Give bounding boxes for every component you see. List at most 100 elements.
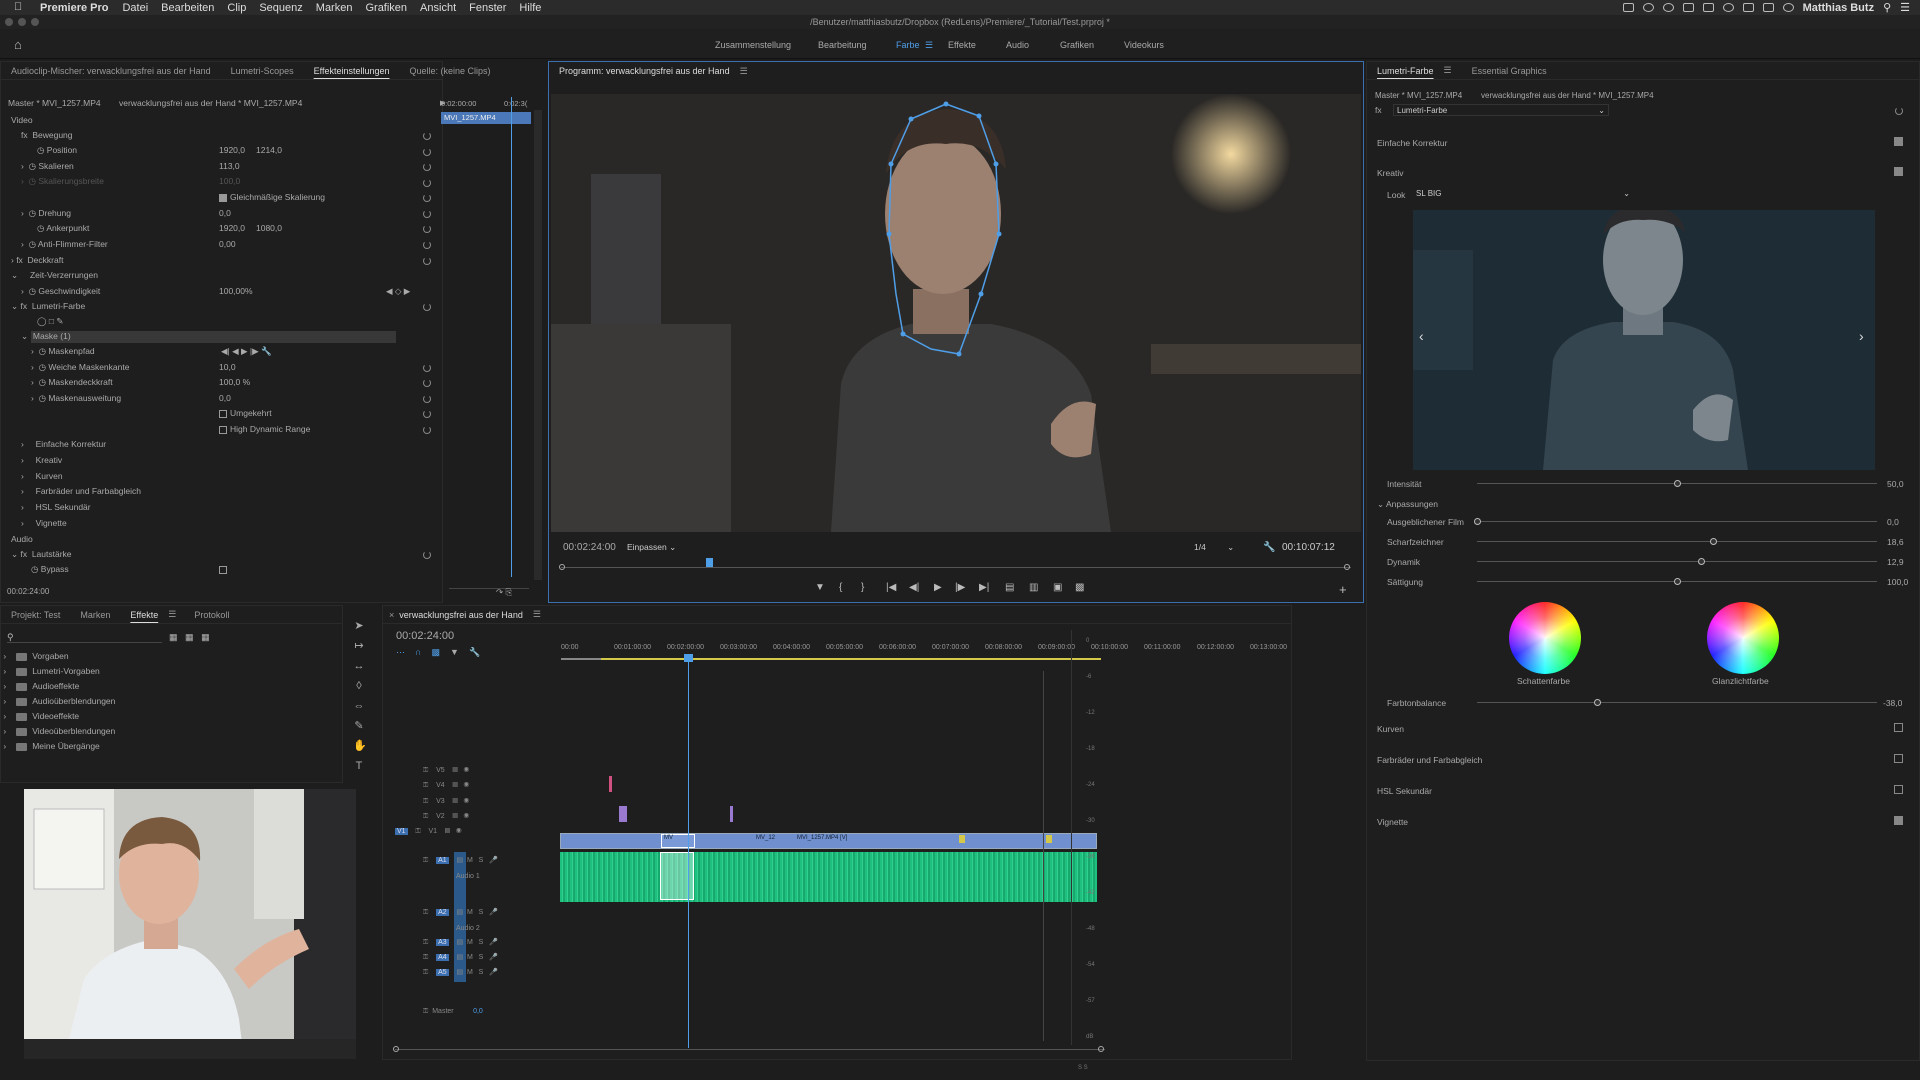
video-track-header[interactable]: ⚿ V2 ▤ ◉ bbox=[423, 813, 553, 827]
rectangle-mask-icon[interactable]: □ bbox=[49, 316, 54, 326]
lock-icon[interactable]: ⚿ bbox=[423, 782, 428, 789]
user-icon[interactable] bbox=[1782, 3, 1794, 12]
glanzlichtfarbe-wheel[interactable] bbox=[1707, 602, 1779, 674]
reset-icon[interactable] bbox=[423, 148, 431, 156]
tab-lumetri-farbe[interactable]: Lumetri-Farbe bbox=[1367, 66, 1444, 76]
previous-look-icon[interactable]: ‹ bbox=[1419, 328, 1424, 344]
section-kurven[interactable]: Kurven bbox=[1377, 724, 1404, 734]
mark-out-icon[interactable]: } bbox=[861, 582, 864, 593]
compare-view-icon[interactable]: ▩ bbox=[1075, 582, 1084, 593]
video-track-header[interactable]: ⚿ V4 ▤ ◉ bbox=[423, 782, 553, 796]
snap-icon[interactable]: ∩ bbox=[415, 647, 421, 657]
section-einfache-korrektur[interactable]: › Einfache Korrektur bbox=[21, 438, 106, 451]
lock-icon[interactable]: ⚿ bbox=[423, 798, 428, 805]
eye-icon[interactable]: ◉ bbox=[464, 767, 470, 774]
eye-icon[interactable]: ◉ bbox=[456, 828, 462, 835]
lock-icon[interactable]: ⚿ bbox=[423, 939, 428, 946]
timeline-horizontal-scroll[interactable] bbox=[395, 1049, 1105, 1050]
folder-videoueberblendungen[interactable]: › Videoüberblendungen bbox=[1, 725, 115, 738]
v4-clip[interactable] bbox=[609, 776, 612, 792]
master-value[interactable]: 0,0 bbox=[473, 1008, 483, 1015]
add-button-icon[interactable]: + bbox=[1339, 582, 1347, 597]
spotlight-icon[interactable]: ⚲ bbox=[1883, 1, 1891, 14]
farbtonbalance-slider[interactable] bbox=[1477, 702, 1877, 703]
32bit-effects-icon[interactable]: ▦ bbox=[185, 632, 194, 642]
microphone-icon[interactable]: 🎤 bbox=[489, 939, 498, 946]
audio-track-header[interactable]: ⚿ A4 ▤ M S 🎤 bbox=[423, 953, 558, 967]
section-kreativ[interactable]: › Kreativ bbox=[21, 454, 62, 467]
enable-checkbox[interactable] bbox=[1894, 816, 1903, 825]
audio-track-header[interactable]: ⚿ A3 ▤ M S 🎤 bbox=[423, 938, 558, 952]
lock-icon[interactable]: ⚿ bbox=[423, 857, 428, 864]
lock-icon[interactable]: ⚿ bbox=[423, 909, 428, 916]
track-name[interactable]: A1 bbox=[436, 857, 449, 864]
maximize-window-icon[interactable] bbox=[31, 18, 39, 26]
section-vignette[interactable]: Vignette bbox=[1377, 817, 1408, 827]
v1-clip[interactable]: MV MV_12 MVI_1257.MP4 [V] bbox=[560, 833, 1097, 849]
resolution-dropdown[interactable]: 1/4 ⌄ bbox=[1194, 541, 1234, 554]
microphone-icon[interactable]: 🎤 bbox=[489, 954, 498, 961]
reset-icon[interactable] bbox=[423, 364, 431, 372]
scroll-left-handle[interactable] bbox=[393, 1046, 399, 1052]
timeline-vertical-scroll[interactable] bbox=[1043, 671, 1044, 1041]
audio-track-header[interactable]: ⚿ A1 ▤ M S 🎤 bbox=[423, 856, 558, 870]
export-frame-icon[interactable]: ↷ ⎘ bbox=[496, 586, 512, 599]
program-video-frame[interactable] bbox=[551, 94, 1361, 532]
geschwindigkeit-value[interactable]: 100,00% bbox=[219, 285, 253, 298]
program-monitor-title[interactable]: Programm: verwacklungsfrei aus der Hand bbox=[549, 66, 740, 76]
reset-icon[interactable] bbox=[423, 163, 431, 171]
dropbox-icon[interactable] bbox=[1682, 3, 1694, 12]
video-track-header[interactable]: ⚿ V3 ▤ ◉ bbox=[423, 798, 553, 812]
video-track-header[interactable]: V1 ⚿ V1 ▤ ◉ bbox=[395, 828, 525, 842]
intensitaet-slider-knob[interactable] bbox=[1674, 480, 1681, 487]
v1-clip-selected[interactable]: MV bbox=[661, 834, 695, 848]
enable-checkbox[interactable] bbox=[1894, 754, 1903, 763]
reset-icon[interactable] bbox=[423, 426, 431, 434]
minimize-window-icon[interactable] bbox=[18, 18, 26, 26]
add-marker-icon[interactable]: ▼ bbox=[815, 582, 825, 593]
weiche-maskenkante-value[interactable]: 10,0 bbox=[219, 361, 236, 374]
mask-row[interactable] bbox=[31, 331, 396, 343]
a1-audio-clip[interactable] bbox=[560, 852, 1097, 902]
ripple-edit-tool-icon[interactable]: ↔ bbox=[353, 660, 365, 672]
menu-grafiken[interactable]: Grafiken bbox=[365, 2, 407, 14]
adjustment-slider-knob[interactable] bbox=[1710, 538, 1717, 545]
razor-tool-icon[interactable]: ◊ bbox=[353, 680, 365, 692]
workspace-audio[interactable]: Audio bbox=[1006, 40, 1029, 50]
microphone-icon[interactable]: 🎤 bbox=[489, 857, 498, 864]
gleichmaessige-skalierung[interactable]: Gleichmäßige Skalierung bbox=[219, 191, 325, 204]
sequence-tab[interactable]: verwacklungsfrei aus der Hand bbox=[394, 610, 533, 620]
video-track-header[interactable]: ⚿ V5 ▤ ◉ bbox=[423, 767, 553, 781]
hdr-checkbox[interactable]: High Dynamic Range bbox=[219, 423, 310, 436]
look-dropdown[interactable]: SL BIG ⌄ bbox=[1413, 188, 1633, 200]
sequence-clip-label[interactable]: verwacklungsfrei aus der Hand * MVI_1257… bbox=[119, 97, 302, 110]
sync-icon[interactable] bbox=[1702, 3, 1714, 12]
tab-lumetri-scopes[interactable]: Lumetri-Scopes bbox=[221, 66, 304, 76]
scroll-right-handle[interactable] bbox=[1098, 1046, 1104, 1052]
panel-menu-icon[interactable]: ☰ bbox=[533, 609, 541, 620]
fit-dropdown[interactable]: Einpassen ⌄ bbox=[627, 541, 676, 554]
track-name[interactable]: A3 bbox=[436, 939, 449, 946]
close-sequence-icon[interactable]: × bbox=[383, 610, 394, 620]
timeline-timecode[interactable]: 00:02:24:00 bbox=[396, 630, 454, 643]
anpassungen-toggle[interactable]: ⌄ Anpassungen bbox=[1377, 499, 1438, 510]
camera-icon[interactable]: ▣ bbox=[1053, 582, 1062, 593]
reset-icon[interactable] bbox=[423, 303, 431, 311]
audio-track-header[interactable]: ⚿ A2 ▤ M S 🎤 bbox=[423, 908, 558, 922]
track-name[interactable]: A5 bbox=[436, 969, 449, 976]
slider-value[interactable]: 12,9 bbox=[1887, 557, 1904, 567]
tab-protokoll[interactable]: Protokoll bbox=[184, 610, 239, 620]
home-icon[interactable]: ⌂ bbox=[14, 37, 22, 52]
workspace-videokurs[interactable]: Videokurs bbox=[1124, 40, 1164, 50]
workspace-farbe[interactable]: Farbe bbox=[896, 40, 920, 50]
drehung-value[interactable]: 0,0 bbox=[219, 207, 231, 220]
lumetri-clip-label[interactable]: verwacklungsfrei aus der Hand * MVI_1257… bbox=[1481, 89, 1654, 102]
lock-icon[interactable]: ⚿ bbox=[423, 1008, 428, 1015]
tab-essential-graphics[interactable]: Essential Graphics bbox=[1462, 66, 1557, 76]
effects-search-input[interactable]: ⚲ bbox=[7, 632, 162, 643]
bypass-checkbox[interactable] bbox=[219, 563, 230, 576]
section-vignette[interactable]: › Vignette bbox=[21, 517, 67, 530]
slider-value[interactable]: 18,6 bbox=[1887, 537, 1904, 547]
enable-checkbox[interactable] bbox=[1894, 723, 1903, 732]
reset-icon[interactable] bbox=[1895, 107, 1903, 115]
